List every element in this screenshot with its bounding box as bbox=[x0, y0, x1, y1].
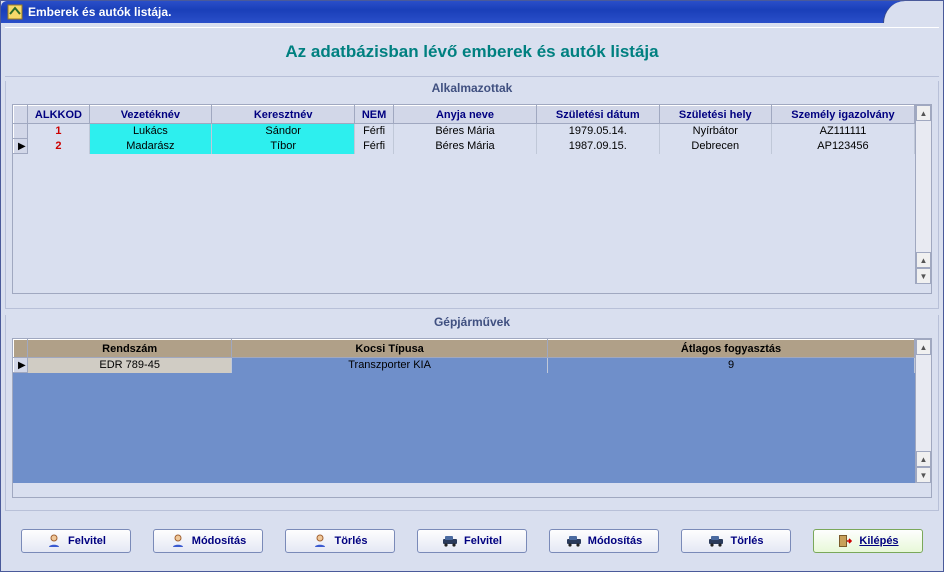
page-title: Az adatbázisban lévő emberek és autók li… bbox=[5, 27, 939, 77]
col-szuletesidatum[interactable]: Születési dátum bbox=[537, 106, 660, 124]
cell-szemelyig[interactable]: AP123456 bbox=[771, 139, 914, 154]
cell-szuletesidatum[interactable]: 1987.09.15. bbox=[537, 139, 660, 154]
row-indicator-current: ▶ bbox=[14, 139, 28, 154]
button-label: Módosítás bbox=[192, 535, 246, 547]
employees-group: Alkalmazottak ALKKOD Vezetéknév bbox=[5, 81, 939, 309]
cell-alkkod[interactable]: 1 bbox=[28, 124, 89, 139]
cell-anyjaneve[interactable]: Béres Mária bbox=[393, 139, 536, 154]
vehicles-group-label: Gépjárművek bbox=[6, 315, 938, 333]
row-selector-header bbox=[14, 106, 28, 124]
person-icon bbox=[312, 533, 328, 549]
cell-keresztnev[interactable]: Sándor bbox=[212, 124, 355, 139]
scroll-up2-icon[interactable]: ▲ bbox=[916, 451, 931, 467]
emp-delete-button[interactable]: Törlés bbox=[285, 529, 395, 553]
window-title: Emberek és autók listája. bbox=[28, 5, 171, 19]
cell-szuletesihely[interactable]: Debrecen bbox=[659, 139, 771, 154]
row-selector-header bbox=[14, 340, 28, 358]
col-vezeteknev[interactable]: Vezetéknév bbox=[89, 106, 212, 124]
scroll-up-icon[interactable]: ▲ bbox=[916, 339, 931, 355]
veh-add-button[interactable]: Felvitel bbox=[417, 529, 527, 553]
cell-rendszam[interactable]: EDR 789-45 bbox=[28, 358, 232, 373]
row-indicator bbox=[14, 124, 28, 139]
cell-nem[interactable]: Férfi bbox=[355, 139, 394, 154]
col-rendszam[interactable]: Rendszám bbox=[28, 340, 232, 358]
cell-szuletesihely[interactable]: Nyírbátor bbox=[659, 124, 771, 139]
scroll-down-icon[interactable]: ▼ bbox=[916, 268, 931, 284]
vehicles-group: Gépjárművek Rendszám Kocsi Típusa bbox=[5, 315, 939, 511]
car-icon bbox=[708, 533, 724, 549]
col-anyjaneve[interactable]: Anyja neve bbox=[393, 106, 536, 124]
table-row[interactable]: ▶ EDR 789-45 Transzporter KIA 9 bbox=[14, 358, 915, 373]
scroll-up-icon[interactable]: ▲ bbox=[916, 105, 931, 121]
col-keresztnev[interactable]: Keresztnév bbox=[212, 106, 355, 124]
cell-vezeteknev[interactable]: Lukács bbox=[89, 124, 212, 139]
scroll-track[interactable] bbox=[916, 355, 931, 451]
col-nem[interactable]: NEM bbox=[355, 106, 394, 124]
grid-empty-area bbox=[13, 154, 915, 284]
button-label: Felvitel bbox=[464, 535, 502, 547]
cell-nem[interactable]: Férfi bbox=[355, 124, 394, 139]
person-icon bbox=[170, 533, 186, 549]
employees-grid[interactable]: ALKKOD Vezetéknév Keresztnév NEM Anyja n… bbox=[12, 104, 932, 294]
grid-empty-area bbox=[13, 373, 915, 483]
cell-anyjaneve[interactable]: Béres Mária bbox=[393, 124, 536, 139]
person-icon bbox=[46, 533, 62, 549]
exit-button[interactable]: Kilépés bbox=[813, 529, 923, 553]
cell-keresztnev[interactable]: Tíbor bbox=[212, 139, 355, 154]
employees-header-row: ALKKOD Vezetéknév Keresztnév NEM Anyja n… bbox=[14, 106, 915, 124]
car-icon bbox=[442, 533, 458, 549]
cell-szuletesidatum[interactable]: 1979.05.14. bbox=[537, 124, 660, 139]
col-alkkod[interactable]: ALKKOD bbox=[28, 106, 89, 124]
titlebar-curve bbox=[883, 1, 943, 23]
emp-edit-button[interactable]: Módosítás bbox=[153, 529, 263, 553]
client-area: Az adatbázisban lévő emberek és autók li… bbox=[1, 23, 943, 567]
button-label: Törlés bbox=[730, 535, 763, 547]
button-label: Kilépés bbox=[859, 535, 898, 547]
app-icon bbox=[7, 4, 23, 20]
vehicles-grid[interactable]: Rendszám Kocsi Típusa Átlagos fogyasztás… bbox=[12, 338, 932, 498]
col-szuletesihely[interactable]: Születési hely bbox=[659, 106, 771, 124]
car-icon bbox=[566, 533, 582, 549]
scroll-up2-icon[interactable]: ▲ bbox=[916, 252, 931, 268]
col-szemelyig[interactable]: Személy igazolvány bbox=[771, 106, 914, 124]
cell-vezeteknev[interactable]: Madarász bbox=[89, 139, 212, 154]
veh-delete-button[interactable]: Törlés bbox=[681, 529, 791, 553]
emp-add-button[interactable]: Felvitel bbox=[21, 529, 131, 553]
button-label: Felvitel bbox=[68, 535, 106, 547]
exit-icon bbox=[837, 533, 853, 549]
row-indicator-current: ▶ bbox=[14, 358, 28, 373]
table-row[interactable]: 1 Lukács Sándor Férfi Béres Mária 1979.0… bbox=[14, 124, 915, 139]
app-window: Emberek és autók listája. Az adatbázisba… bbox=[0, 0, 944, 572]
employees-scrollbar[interactable]: ▲ ▲ ▼ bbox=[915, 105, 931, 284]
scroll-track[interactable] bbox=[916, 121, 931, 252]
employees-group-label: Alkalmazottak bbox=[6, 81, 938, 99]
col-kocsitipusa[interactable]: Kocsi Típusa bbox=[232, 340, 548, 358]
cell-atlagosfogy[interactable]: 9 bbox=[548, 358, 915, 373]
vehicles-header-row: Rendszám Kocsi Típusa Átlagos fogyasztás bbox=[14, 340, 915, 358]
button-label: Törlés bbox=[334, 535, 367, 547]
vehicles-scrollbar[interactable]: ▲ ▲ ▼ bbox=[915, 339, 931, 483]
button-toolbar: Felvitel Módosítás Törlés Felvitel bbox=[5, 517, 939, 563]
scroll-down-icon[interactable]: ▼ bbox=[916, 467, 931, 483]
table-row[interactable]: ▶ 2 Madarász Tíbor Férfi Béres Mária 198… bbox=[14, 139, 915, 154]
button-label: Módosítás bbox=[588, 535, 642, 547]
cell-kocsitipusa[interactable]: Transzporter KIA bbox=[232, 358, 548, 373]
col-atlagosfogy[interactable]: Átlagos fogyasztás bbox=[548, 340, 915, 358]
cell-szemelyig[interactable]: AZ111111 bbox=[771, 124, 914, 139]
cell-alkkod[interactable]: 2 bbox=[28, 139, 89, 154]
veh-edit-button[interactable]: Módosítás bbox=[549, 529, 659, 553]
titlebar[interactable]: Emberek és autók listája. bbox=[1, 1, 943, 23]
